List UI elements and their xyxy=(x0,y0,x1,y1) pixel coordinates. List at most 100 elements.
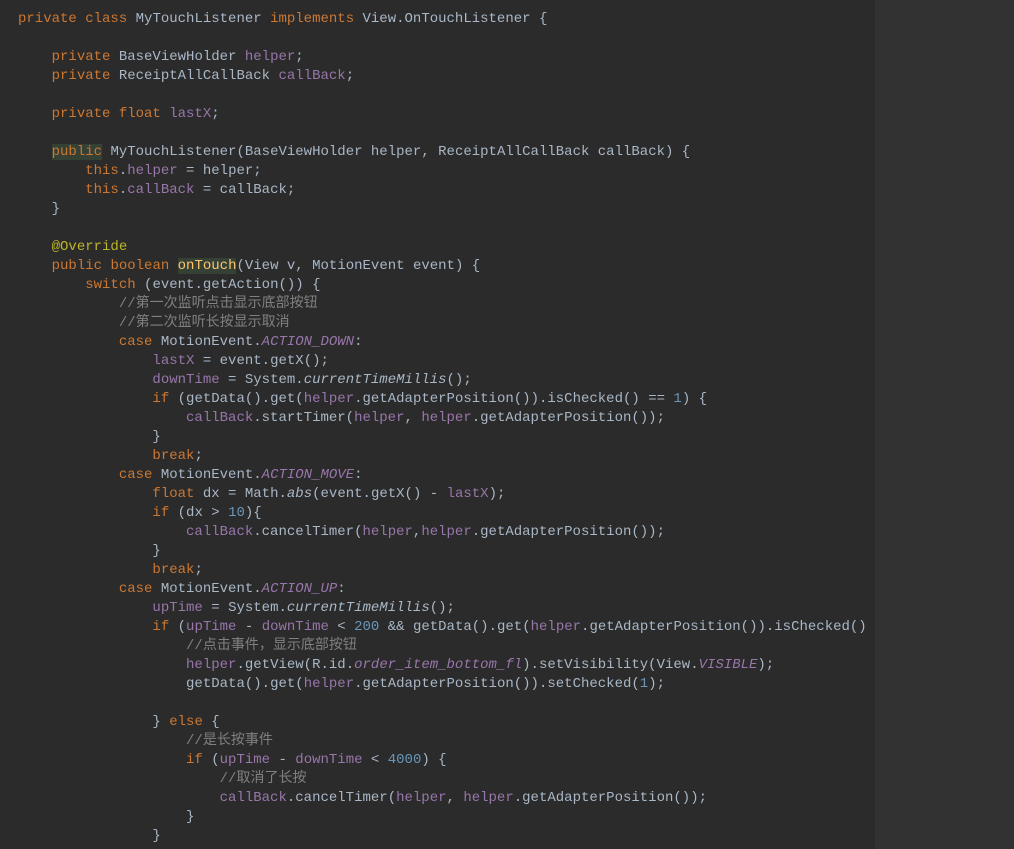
method: getX xyxy=(371,486,405,502)
keyword: switch xyxy=(85,277,135,293)
type: MyTouchListener xyxy=(136,11,262,27)
field: helper xyxy=(531,619,581,635)
param: v xyxy=(287,258,295,274)
param: event xyxy=(413,258,455,274)
type: ReceiptAllCallBack xyxy=(438,144,589,160)
type: MotionEvent xyxy=(312,258,404,274)
type: MotionEvent xyxy=(161,334,253,350)
keyword: implements xyxy=(270,11,354,27)
keyword: if xyxy=(186,752,203,768)
code-editor[interactable]: private class MyTouchListener implements… xyxy=(0,0,893,849)
field: upTime xyxy=(152,600,202,616)
method: get xyxy=(497,619,522,635)
field: lastX xyxy=(169,106,211,122)
type: MotionEvent xyxy=(161,581,253,597)
local-var: dx xyxy=(203,486,220,502)
keyword: case xyxy=(119,467,153,483)
method: get xyxy=(270,391,295,407)
keyword: boolean xyxy=(110,258,169,274)
field: downTime xyxy=(152,372,219,388)
static-method: currentTimeMillis xyxy=(287,600,430,616)
keyword: float xyxy=(152,486,194,502)
field: helper xyxy=(421,524,471,540)
comment: //第二次监听长按显示取消 xyxy=(119,315,290,331)
method: isChecked xyxy=(774,619,850,635)
keyword: if xyxy=(152,391,169,407)
field: helper xyxy=(463,790,513,806)
method: getAction xyxy=(203,277,279,293)
field: helper xyxy=(362,524,412,540)
field: helper xyxy=(304,676,354,692)
param: callBack xyxy=(598,144,665,160)
method: getAdapterPosition xyxy=(363,676,514,692)
keyword: public xyxy=(52,258,102,274)
field: helper xyxy=(127,163,177,179)
method-name-highlight: onTouch xyxy=(178,258,237,274)
number: 200 xyxy=(354,619,379,635)
field: helper xyxy=(245,49,295,65)
keyword-highlight: public xyxy=(52,144,102,160)
field: callBack xyxy=(186,524,253,540)
type: Math xyxy=(245,486,279,502)
keyword: float xyxy=(119,106,161,122)
keyword: this xyxy=(85,182,119,198)
comment: //第一次监听点击显示底部按钮 xyxy=(119,296,318,312)
keyword: case xyxy=(119,581,153,597)
number: 10 xyxy=(228,505,245,521)
keyword: private xyxy=(52,106,111,122)
keyword: if xyxy=(152,505,169,521)
method: getAdapterPosition xyxy=(589,619,740,635)
type: BaseViewHolder xyxy=(245,144,363,160)
number: 4000 xyxy=(388,752,422,768)
field: helper xyxy=(396,790,446,806)
param: callBack xyxy=(220,182,287,198)
field: helper xyxy=(304,391,354,407)
method: getAdapterPosition xyxy=(480,410,631,426)
comment: //是长按事件 xyxy=(186,733,273,749)
type: View xyxy=(657,657,691,673)
method: get xyxy=(270,676,295,692)
comment: //点击事件，显示底部按钮 xyxy=(186,638,357,654)
field: helper xyxy=(354,410,404,426)
field: callBack xyxy=(220,790,287,806)
method: getX xyxy=(270,353,304,369)
type: View xyxy=(245,258,279,274)
local-var: dx xyxy=(186,505,203,521)
keyword: private xyxy=(52,49,111,65)
constant: ACTION_MOVE xyxy=(262,467,354,483)
type: MotionEvent xyxy=(161,467,253,483)
type: R xyxy=(312,657,320,673)
field: helper xyxy=(421,410,471,426)
comment: //取消了长按 xyxy=(220,771,307,787)
constant: VISIBLE xyxy=(699,657,758,673)
keyword: case xyxy=(119,334,153,350)
field: lastX xyxy=(152,353,194,369)
field: upTime xyxy=(186,619,236,635)
method: isChecked xyxy=(547,391,623,407)
method: startTimer xyxy=(262,410,346,426)
type: System xyxy=(228,600,278,616)
method: getView xyxy=(245,657,304,673)
method: cancelTimer xyxy=(295,790,387,806)
field: downTime xyxy=(262,619,329,635)
type: System xyxy=(245,372,295,388)
resource-id: order_item_bottom_fl xyxy=(354,657,522,673)
field: callBack xyxy=(186,410,253,426)
field: lastX xyxy=(447,486,489,502)
method: getData xyxy=(186,676,245,692)
keyword: break xyxy=(152,448,194,464)
type: View xyxy=(363,11,397,27)
number: 1 xyxy=(673,391,681,407)
keyword: break xyxy=(152,562,194,578)
keyword: if xyxy=(152,619,169,635)
constructor-name: MyTouchListener xyxy=(110,144,236,160)
param: event xyxy=(152,277,194,293)
param: event xyxy=(321,486,363,502)
annotation: @Override xyxy=(52,239,128,255)
field: upTime xyxy=(220,752,270,768)
field: downTime xyxy=(295,752,362,768)
method: setVisibility xyxy=(539,657,648,673)
method: getAdapterPosition xyxy=(522,790,673,806)
keyword: this xyxy=(85,163,119,179)
constant: ACTION_DOWN xyxy=(262,334,354,350)
